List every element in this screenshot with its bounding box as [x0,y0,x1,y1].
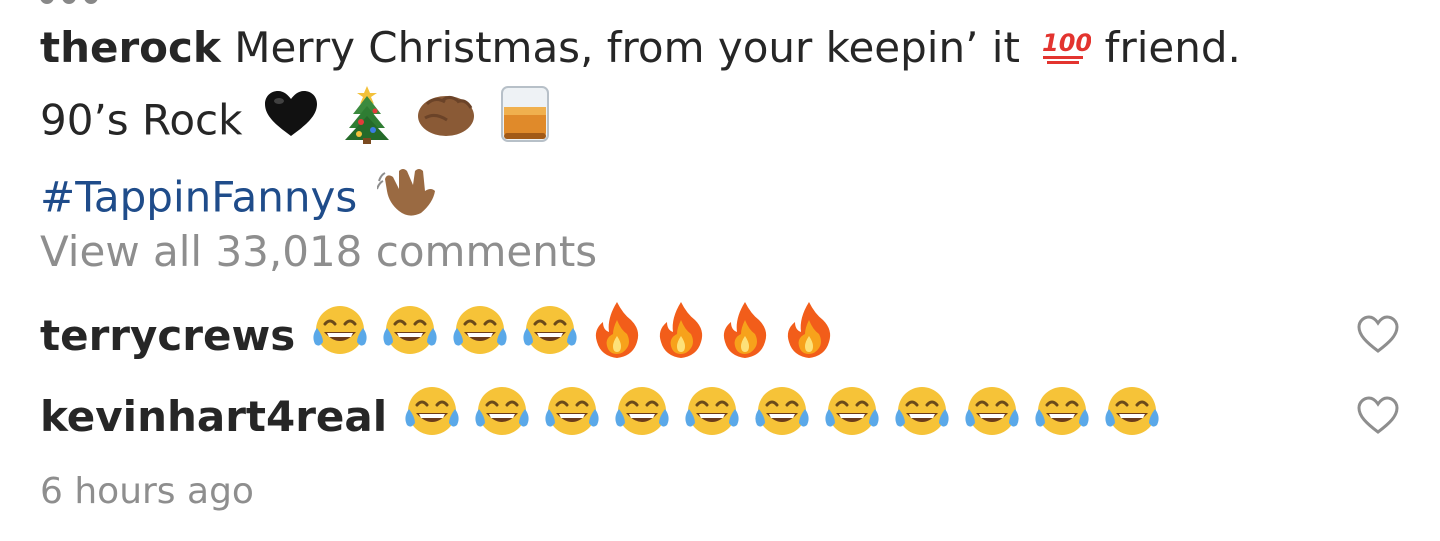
tears-of-joy-icon [681,383,743,449]
comment-emojis [309,300,837,370]
tears-of-joy-icon [449,302,511,368]
tears-of-joy-icon [379,302,441,368]
tears-of-joy-icon [1031,383,1093,449]
tears-of-joy-icon [961,383,1023,449]
tears-of-joy-icon [821,383,883,449]
tears-of-joy-icon [401,383,463,449]
tears-of-joy-icon [309,302,371,368]
tears-of-joy-icon [541,383,603,449]
christmas-tree-icon [339,84,395,162]
tumbler-glass-icon [496,83,554,163]
oncoming-fist-icon [415,88,477,158]
comment-section: therock Merry Christmas, from your keepi… [0,0,1440,541]
tears-of-joy-icon [891,383,953,449]
fire-icon [717,300,773,370]
heart-outline-icon[interactable] [1356,396,1400,436]
hashtag-link[interactable]: #TappinFannys [40,172,357,221]
caption-line-2: 90’s Rock [40,83,1400,163]
post-caption: therock Merry Christmas, from your keepi… [40,16,1400,237]
comment-emojis [401,383,1163,449]
heart-outline-icon[interactable] [1356,315,1400,355]
fire-icon [781,300,837,370]
post-timestamp: 6 hours ago [40,471,254,512]
fire-icon [589,300,645,370]
hundred-points-icon: 100 [1039,19,1092,83]
svg-text:100: 100 [1042,29,1091,57]
black-heart-icon [262,88,320,158]
caption-text-2: 90’s Rock [40,95,243,144]
overflow-dots [40,0,100,4]
comment-row: terrycrews [40,302,1400,368]
fire-icon [653,300,709,370]
tears-of-joy-icon [471,383,533,449]
comment-username[interactable]: terrycrews [40,311,295,360]
tears-of-joy-icon [1101,383,1163,449]
tears-of-joy-icon [751,383,813,449]
tears-of-joy-icon [519,302,581,368]
comment-row: kevinhart4real [40,383,1400,449]
caption-line-1: therock Merry Christmas, from your keepi… [40,16,1400,83]
view-all-comments-link[interactable]: View all 33,018 comments [40,224,597,280]
caption-text: Merry Christmas, from your keepin’ it [234,23,1020,72]
tears-of-joy-icon [611,383,673,449]
caption-author[interactable]: therock [40,23,221,72]
caption-text-end: friend. [1104,23,1241,72]
comment-username[interactable]: kevinhart4real [40,392,387,441]
